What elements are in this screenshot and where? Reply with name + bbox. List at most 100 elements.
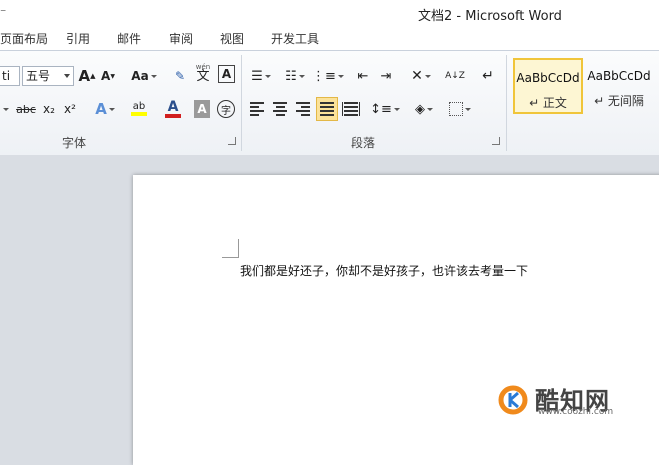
group-divider	[506, 55, 507, 151]
numbered-list-icon: ☷	[285, 68, 297, 84]
superscript-button[interactable]: x²	[61, 98, 79, 120]
font-color-swatch	[165, 113, 181, 118]
align-center-button[interactable]	[270, 98, 290, 120]
shrink-font-icon: A	[101, 69, 111, 83]
font-color-button[interactable]: A	[158, 98, 188, 120]
chevron-down-icon	[424, 74, 431, 78]
chinese-layout-button[interactable]: ✕	[406, 65, 436, 87]
font-dialog-launcher-icon[interactable]	[228, 137, 236, 145]
distributed-icon	[342, 102, 360, 116]
chevron-down-icon	[393, 107, 400, 111]
style-normal-name: ↵ 正文	[529, 96, 567, 110]
justify-icon	[320, 102, 334, 116]
clear-format-button[interactable]: ✎	[170, 65, 190, 87]
decrease-indent-button[interactable]: ⇤	[353, 65, 373, 87]
enclose-characters-button[interactable]: 字	[216, 98, 236, 120]
increase-indent-button[interactable]: ⇥	[376, 65, 396, 87]
subscript-button[interactable]: x₂	[40, 98, 58, 120]
numbering-button[interactable]: ☷	[281, 65, 309, 87]
chevron-down-icon	[465, 107, 471, 111]
grow-font-icon: A	[78, 67, 91, 85]
show-marks-button[interactable]: ↵	[478, 65, 498, 87]
paragraph-shading-button[interactable]: ◈	[410, 98, 438, 120]
chevron-down-icon	[298, 74, 305, 78]
text-effects-icon: A	[95, 100, 107, 118]
tab-page-layout[interactable]: 页面布局	[0, 30, 48, 47]
shrink-font-button[interactable]: A ▼	[100, 65, 116, 87]
align-right-button[interactable]	[293, 98, 313, 120]
borders-button[interactable]	[446, 98, 474, 120]
font-size-value: 五号	[26, 69, 51, 83]
phonetic-guide-button[interactable]: wén 文	[193, 61, 213, 83]
enclose-characters-icon: 字	[217, 100, 235, 118]
text-effects-button[interactable]: A	[92, 98, 118, 120]
font-size-combo[interactable]: 五号	[22, 66, 74, 86]
character-border-icon: A	[221, 67, 232, 81]
underline-dropdown[interactable]	[0, 98, 10, 120]
character-shading-button[interactable]: A	[194, 100, 210, 118]
style-normal[interactable]: AaBbCcDd ↵ 正文	[513, 58, 583, 114]
highlight-button[interactable]: ab	[124, 98, 154, 120]
change-case-icon: Aa	[131, 69, 149, 83]
multilevel-list-icon: ⋮≡	[312, 68, 336, 84]
tab-view[interactable]: 视图	[220, 30, 244, 47]
style-no-spacing-name: ↵ 无间隔	[594, 94, 644, 108]
line-spacing-button[interactable]: ↕≡	[370, 98, 400, 120]
align-right-icon	[296, 102, 310, 116]
chevron-down-icon	[337, 74, 344, 78]
tab-review[interactable]: 审阅	[169, 30, 193, 47]
title-bar-fragment: ⁻	[0, 5, 7, 19]
watermark: 酷知网 www.coozhi.com	[496, 382, 646, 422]
decrease-indent-icon: ⇤	[357, 68, 369, 84]
chevron-down-icon	[264, 74, 271, 78]
distributed-button[interactable]	[341, 98, 361, 120]
document-text[interactable]: 我们都是好还子，你却不是好孩子，也许该去考量一下	[240, 262, 528, 279]
align-left-button[interactable]	[247, 98, 267, 120]
grow-font-button[interactable]: A ▲	[78, 65, 96, 87]
chinese-layout-icon: ✕	[411, 68, 423, 84]
highlight-swatch	[131, 112, 147, 116]
font-group-label: 字体	[62, 136, 87, 150]
tab-mailings[interactable]: 邮件	[117, 30, 141, 47]
borders-icon	[449, 102, 463, 116]
sort-button[interactable]: A↓Z	[444, 65, 466, 87]
align-left-icon	[250, 102, 264, 116]
justify-button[interactable]	[316, 97, 338, 121]
character-border-button[interactable]: A	[218, 65, 235, 83]
style-normal-sample: AaBbCcDd	[516, 71, 580, 85]
tab-developer[interactable]: 开发工具	[271, 30, 319, 47]
tab-references[interactable]: 引用	[66, 30, 90, 47]
chevron-down-icon	[427, 107, 433, 111]
group-divider	[241, 55, 242, 151]
highlight-icon: ab	[132, 101, 146, 112]
paint-bucket-icon: ◈	[415, 101, 425, 117]
font-color-icon: A	[167, 98, 179, 115]
chevron-down-icon	[64, 74, 70, 78]
chevron-down-icon	[150, 74, 157, 78]
bullet-list-icon: ☰	[251, 68, 263, 84]
strikethrough-icon: abc	[16, 102, 36, 116]
paragraph-dialog-launcher-icon[interactable]	[492, 137, 500, 145]
align-center-icon	[273, 102, 287, 116]
increase-indent-icon: ⇥	[380, 68, 392, 84]
ribbon-tabs: 页面布局 引用 邮件 审阅 视图 开发工具	[0, 26, 659, 50]
superscript-icon: x²	[64, 102, 76, 116]
strikethrough-button[interactable]: abc	[14, 98, 38, 120]
multilevel-list-button[interactable]: ⋮≡	[312, 65, 344, 87]
margin-corner-mark	[222, 239, 239, 258]
font-name-value: ti	[2, 69, 11, 83]
paragraph-group-label: 段落	[351, 136, 376, 150]
style-no-spacing[interactable]: AaBbCcDd ↵ 无间隔	[584, 58, 654, 114]
down-arrow-icon: ▼	[110, 72, 115, 80]
eraser-icon: ✎	[174, 69, 186, 83]
chevron-down-icon	[3, 107, 9, 111]
watermark-url: www.coozhi.com	[538, 407, 614, 417]
change-case-button[interactable]: Aa	[131, 65, 157, 87]
phonetic-char: 文	[196, 69, 210, 84]
bullets-button[interactable]: ☰	[247, 65, 275, 87]
title-bar: ⁻ 文档2 - Microsoft Word	[0, 0, 659, 26]
window-title: 文档2 - Microsoft Word	[418, 9, 562, 24]
sort-icon: A↓Z	[445, 70, 465, 81]
coozhi-logo-icon	[498, 385, 528, 415]
font-name-combo[interactable]: ti	[0, 66, 20, 86]
